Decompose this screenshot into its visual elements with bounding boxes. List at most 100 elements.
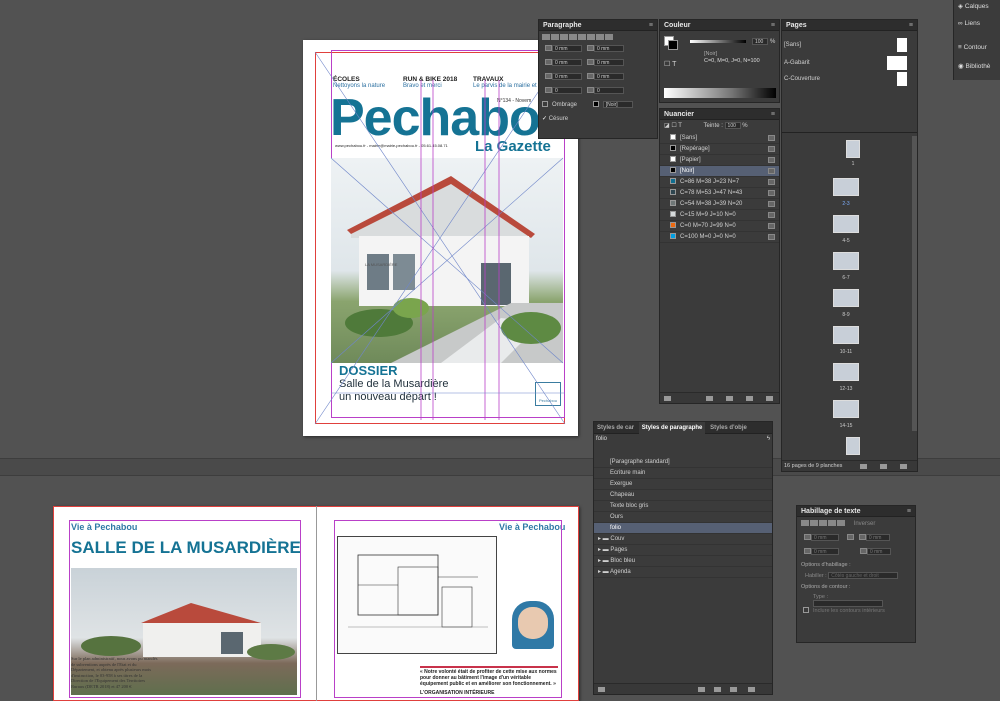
menu-icon[interactable]: ≡ — [649, 22, 653, 29]
bottom-offset-field[interactable]: 0 mm — [811, 548, 839, 555]
type-select[interactable] — [813, 600, 883, 607]
master-c-thumb[interactable] — [897, 72, 907, 86]
page-thumb[interactable] — [846, 437, 860, 455]
style-group-folder[interactable]: ▸ ▬ Agenda — [594, 567, 772, 578]
master-a-thumb[interactable] — [887, 56, 907, 70]
page-thumb[interactable] — [833, 178, 859, 196]
shading-swatch[interactable] — [592, 101, 599, 108]
shading-color-select[interactable]: [Noir] — [602, 101, 633, 108]
lightning-icon[interactable]: ϟ — [767, 436, 770, 442]
trash-icon[interactable] — [900, 464, 907, 469]
page-thumb[interactable] — [833, 252, 859, 270]
dropcap-lines-field[interactable]: 0 — [552, 87, 582, 94]
page-spread-2-3[interactable]: Vie à Pechabou Vie à Pechabou SALLE DE L… — [53, 506, 579, 701]
top-offset-field[interactable]: 0 mm — [811, 534, 839, 541]
first-line-field[interactable]: 0 mm — [552, 59, 582, 66]
pages-scrollbar[interactable] — [912, 136, 917, 431]
strip-item-calques[interactable]: ◈ Calques — [954, 0, 1000, 14]
page-size-icon[interactable] — [860, 464, 867, 469]
swatch-row[interactable]: C=15 M=9 J=10 N=0 — [660, 210, 779, 221]
shading-checkbox[interactable] — [542, 101, 548, 108]
swatch-row[interactable]: [Papier] — [660, 155, 779, 166]
paragraph-style-item[interactable]: [Paragraphe standard] — [594, 457, 772, 468]
strip-item-liens[interactable]: ∞ Liens — [954, 14, 1000, 36]
page-thumb[interactable] — [846, 140, 860, 158]
show-all-icon[interactable] — [664, 396, 671, 401]
type-icon[interactable]: ☐ T — [664, 60, 676, 68]
master-c[interactable]: C-Couverture — [784, 76, 820, 82]
dropcap-chars-field[interactable]: 0 — [593, 87, 624, 94]
left-indent-field[interactable]: 0 mm — [552, 45, 582, 52]
space-before-field[interactable]: 0 mm — [552, 73, 582, 80]
cover-page[interactable]: ÉCOLES Nettoyons la nature RUN & BIKE 20… — [303, 40, 578, 436]
right-offset-field[interactable]: 0 mm — [866, 548, 891, 555]
style-group-folder[interactable]: ▸ ▬ Bloc bleu — [594, 556, 772, 567]
page-thumb[interactable] — [833, 215, 859, 233]
panel-title-bar[interactable]: Couleur ≡ — [660, 20, 779, 31]
trash-icon[interactable] — [748, 687, 755, 692]
swatch-row[interactable]: C=78 M=53 J=47 N=43 — [660, 188, 779, 199]
menu-icon[interactable]: ≡ — [771, 111, 775, 118]
tint-slider[interactable] — [690, 40, 746, 43]
fill-stroke-icon[interactable]: ◪ — [664, 123, 670, 129]
page-thumb[interactable] — [833, 326, 859, 344]
panel-title-bar[interactable]: Habillage de texte ≡ — [797, 506, 915, 517]
page-thumb[interactable] — [833, 400, 859, 418]
menu-icon[interactable]: ≡ — [907, 508, 911, 515]
new-swatch-icon[interactable] — [746, 396, 753, 401]
panel-title-bar[interactable]: Paragraphe ≡ — [539, 20, 657, 31]
swatch-row[interactable]: [Sans] — [660, 133, 779, 144]
strip-item-bibliotheques[interactable]: ◉ Bibliothè — [954, 58, 1000, 78]
type-icon[interactable]: ☐ T — [671, 123, 682, 129]
align-spine-icon[interactable] — [605, 34, 613, 41]
wrap-bbox-icon[interactable] — [810, 520, 818, 526]
jump-object-icon[interactable] — [828, 520, 836, 526]
justify-all-icon[interactable] — [596, 34, 604, 41]
page-thumb[interactable] — [833, 289, 859, 307]
wrap-to-select[interactable]: Côtés gauche et droit — [828, 572, 899, 579]
floor-plan[interactable] — [337, 536, 497, 654]
justify-left-icon[interactable] — [569, 34, 577, 41]
folder-icon[interactable] — [726, 396, 733, 401]
paragraph-style-item[interactable]: Chapeau — [594, 490, 772, 501]
menu-icon[interactable]: ≡ — [909, 22, 913, 29]
panel-title-bar[interactable]: Pages ≡ — [782, 20, 917, 31]
no-wrap-icon[interactable] — [801, 520, 809, 526]
space-after-field[interactable]: 0 mm — [593, 73, 624, 80]
paragraph-style-item[interactable]: Texte bloc gris — [594, 501, 772, 512]
last-line-field[interactable]: 0 mm — [593, 59, 624, 66]
master-none-thumb[interactable] — [897, 38, 907, 52]
panel-title-bar[interactable]: Nuancier ≡ — [660, 109, 779, 120]
swatch-row[interactable]: C=100 M=0 J=0 N=0 — [660, 232, 779, 243]
align-right-icon[interactable] — [560, 34, 568, 41]
style-group-folder[interactable]: ▸ ▬ Couv — [594, 534, 772, 545]
paragraph-style-item[interactable]: folio — [594, 523, 772, 534]
swatch-row[interactable]: C=0 M=70 J=99 N=0 — [660, 221, 779, 232]
paragraph-style-item[interactable]: Exergue — [594, 479, 772, 490]
tab-object-styles[interactable]: Styles d'obje — [707, 422, 750, 434]
style-options-icon[interactable] — [598, 687, 605, 692]
new-group-icon[interactable] — [706, 396, 713, 401]
hyphenate-checkbox[interactable]: ✓ — [542, 116, 549, 122]
swatch-row[interactable]: C=86 M=38 J=23 N=7 — [660, 177, 779, 188]
align-left-icon[interactable] — [542, 34, 550, 41]
wrap-shape-icon[interactable] — [819, 520, 827, 526]
tint-field[interactable]: 100 — [752, 38, 768, 45]
new-style-icon[interactable] — [730, 687, 737, 692]
clear-overrides-icon[interactable] — [714, 687, 721, 692]
stroke-swatch[interactable] — [668, 40, 678, 50]
tab-character-styles[interactable]: Styles de car — [594, 422, 637, 434]
folder-icon[interactable] — [698, 687, 705, 692]
tint-field[interactable]: 100 — [724, 122, 741, 129]
justify-center-icon[interactable] — [578, 34, 586, 41]
jump-column-icon[interactable] — [837, 520, 845, 526]
link-icon[interactable] — [846, 534, 854, 541]
left-offset-field[interactable]: 0 mm — [865, 534, 890, 541]
menu-icon[interactable]: ≡ — [771, 22, 775, 29]
justify-right-icon[interactable] — [587, 34, 595, 41]
paragraph-style-item[interactable]: Ours — [594, 512, 772, 523]
swatch-row[interactable]: [Repérage] — [660, 144, 779, 155]
style-group-folder[interactable]: ▸ ▬ Pages — [594, 545, 772, 556]
trash-icon[interactable] — [766, 396, 773, 401]
align-center-icon[interactable] — [551, 34, 559, 41]
